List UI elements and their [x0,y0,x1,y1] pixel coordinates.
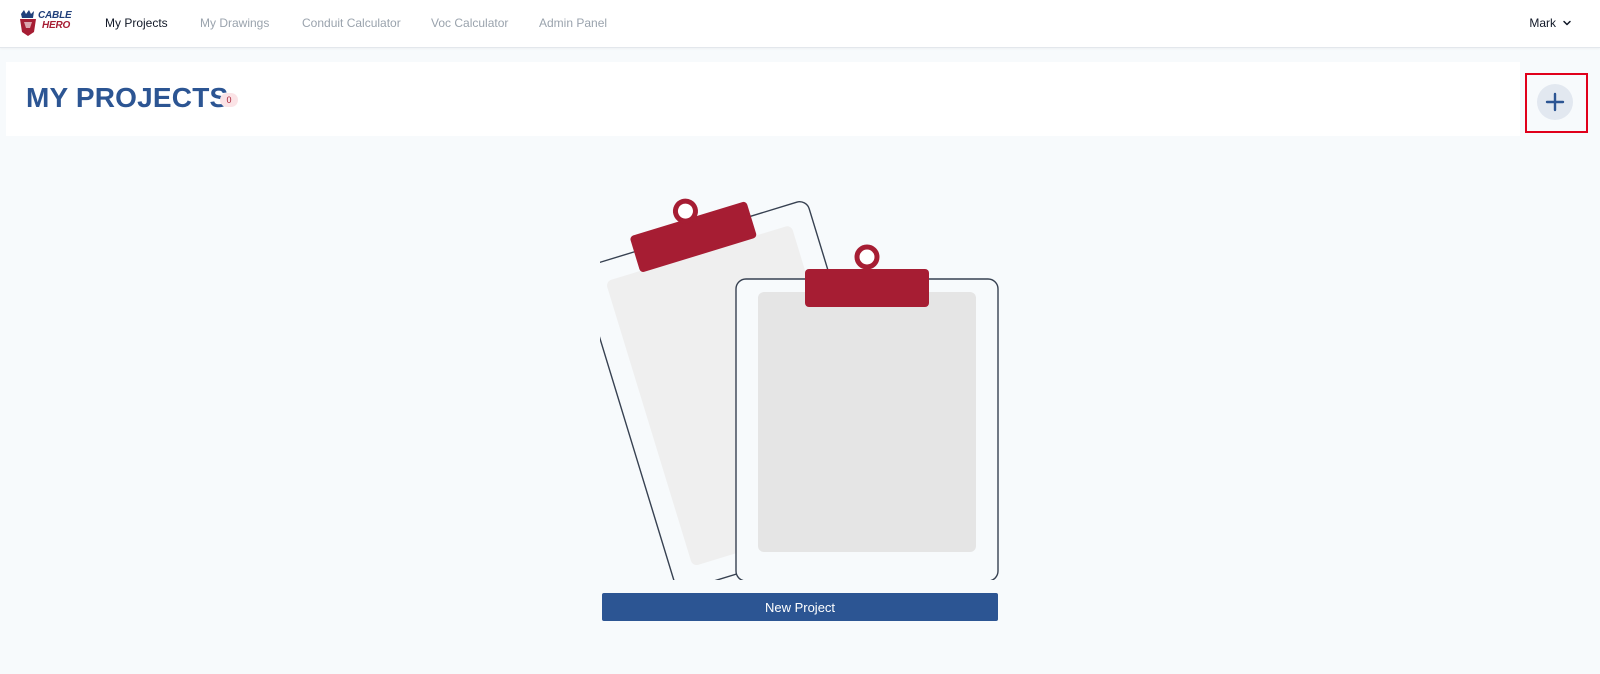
hero-logo-icon [20,10,36,36]
chevron-down-icon [1563,20,1571,26]
page-header: MY PROJECTS 0 [6,62,1520,136]
nav-item-my-projects[interactable]: My Projects [105,16,168,30]
nav-item-my-drawings[interactable]: My Drawings [200,16,269,30]
clipboards-illustration [600,198,999,580]
cable-hero-logo[interactable]: CABLE HERO [18,8,72,38]
nav-item-conduit-calculator[interactable]: Conduit Calculator [302,16,401,30]
logo-text-line2: HERO [42,20,71,31]
user-name: Mark [1529,16,1556,30]
top-nav-bar: CABLE HERO My Projects My Drawings Condu… [0,0,1600,48]
new-project-button[interactable]: New Project [602,593,998,621]
project-count-badge: 0 [220,93,238,107]
nav-item-admin-panel[interactable]: Admin Panel [539,16,607,30]
highlight-frame [1525,73,1588,133]
nav-item-voc-calculator[interactable]: Voc Calculator [431,16,508,30]
user-menu[interactable]: Mark [1529,16,1572,30]
page-title: MY PROJECTS [26,82,229,113]
